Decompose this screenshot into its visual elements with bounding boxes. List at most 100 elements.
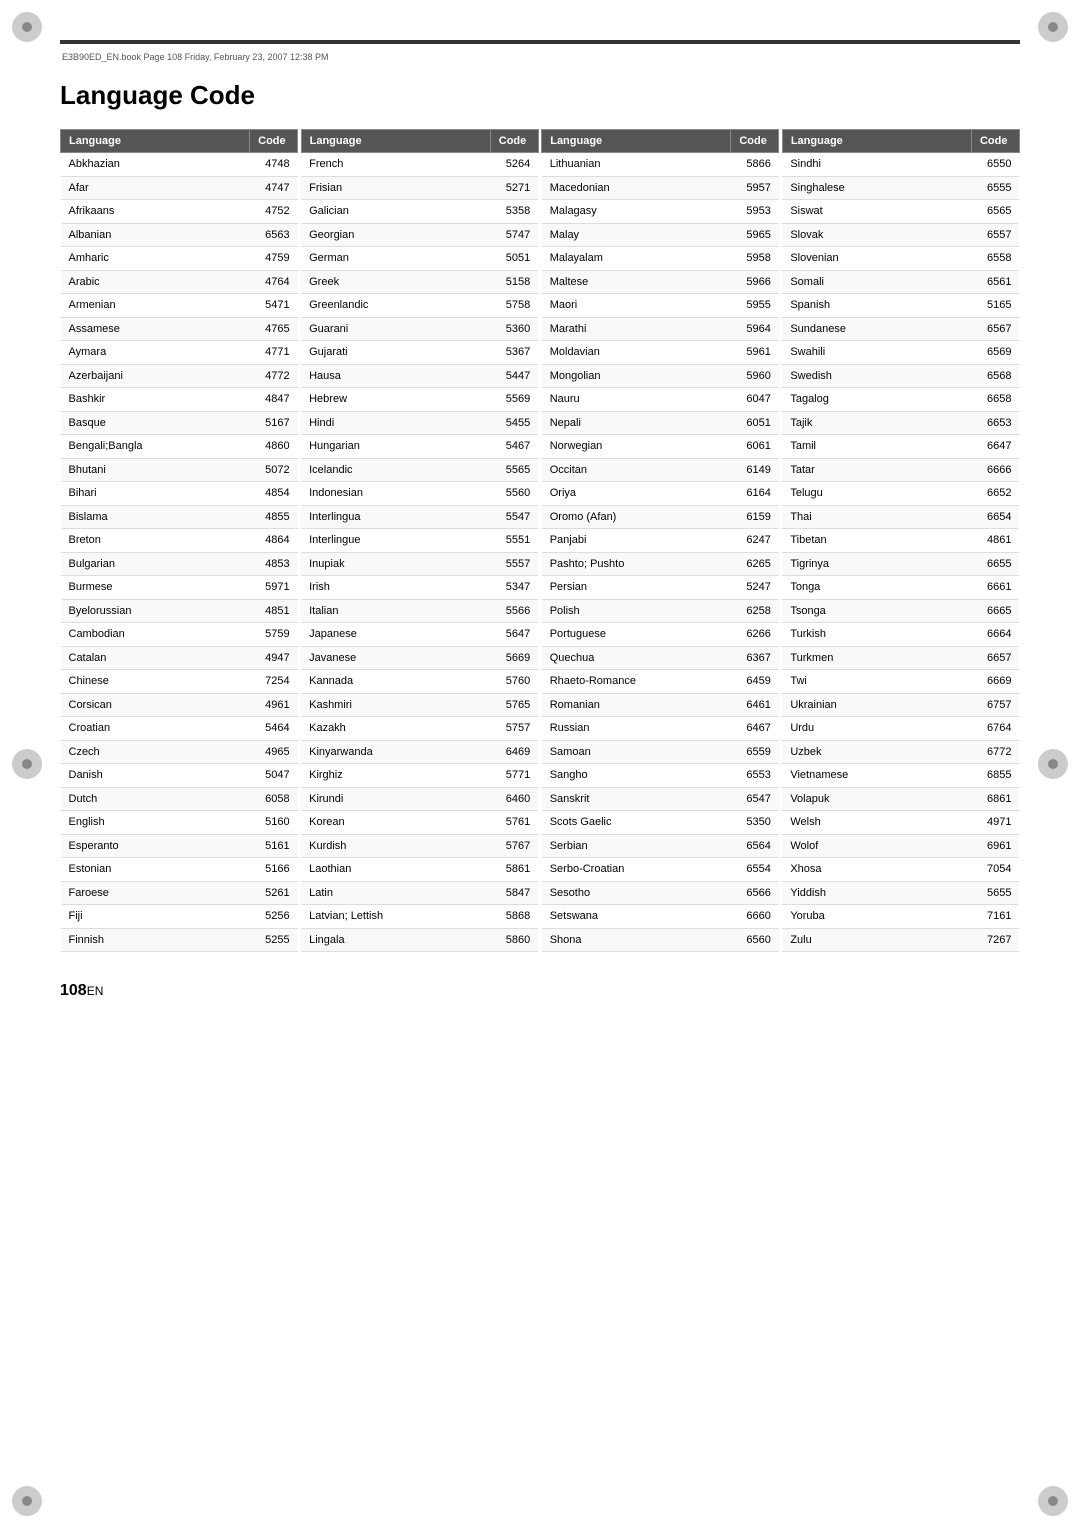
language-name: Kazakh	[301, 717, 490, 741]
language-code: 6661	[971, 576, 1019, 600]
language-name: Quechua	[542, 646, 731, 670]
corner-decoration-tr	[1038, 12, 1068, 42]
language-code: 5347	[490, 576, 538, 600]
language-code: 7054	[971, 858, 1019, 882]
col1-lang-header: Language	[61, 130, 250, 153]
language-code: 5958	[731, 247, 779, 271]
language-name: Singhalese	[782, 176, 971, 200]
language-table-container: Language Code Abkhazian4748Afar4747Afrik…	[60, 129, 1020, 952]
language-name: Xhosa	[782, 858, 971, 882]
table-row: Serbian6564	[542, 834, 779, 858]
table-row: Spanish5165	[782, 294, 1019, 318]
language-name: Sangho	[542, 764, 731, 788]
language-name: Serbian	[542, 834, 731, 858]
language-name: Scots Gaelic	[542, 811, 731, 835]
language-name: Siswat	[782, 200, 971, 224]
table-row: Urdu6764	[782, 717, 1019, 741]
language-name: Occitan	[542, 458, 731, 482]
language-code: 5255	[250, 928, 298, 952]
language-name: Kirghiz	[301, 764, 490, 788]
table-row: Norwegian6061	[542, 435, 779, 459]
language-code: 6772	[971, 740, 1019, 764]
language-name: Turkmen	[782, 646, 971, 670]
language-code: 5758	[490, 294, 538, 318]
language-name: Serbo-Croatian	[542, 858, 731, 882]
language-code: 6559	[731, 740, 779, 764]
table-row: Siswat6565	[782, 200, 1019, 224]
table-row: Amharic4759	[61, 247, 298, 271]
page-footer: 108EN	[60, 982, 1020, 1000]
table-row: Hausa5447	[301, 364, 538, 388]
language-code: 6565	[971, 200, 1019, 224]
table-row: Latvian; Lettish5868	[301, 905, 538, 929]
language-code: 5760	[490, 670, 538, 694]
language-code: 6567	[971, 317, 1019, 341]
language-name: Georgian	[301, 223, 490, 247]
table-row: Assamese4765	[61, 317, 298, 341]
language-code: 6554	[731, 858, 779, 882]
col2-lang-header: Language	[301, 130, 490, 153]
language-name: Nepali	[542, 411, 731, 435]
language-code: 5358	[490, 200, 538, 224]
table-row: Panjabi6247	[542, 529, 779, 553]
language-code: 5757	[490, 717, 538, 741]
table-row: Marathi5964	[542, 317, 779, 341]
language-code: 4854	[250, 482, 298, 506]
language-code: 5271	[490, 176, 538, 200]
language-name: Hebrew	[301, 388, 490, 412]
language-code: 5861	[490, 858, 538, 882]
language-code: 5261	[250, 881, 298, 905]
language-name: German	[301, 247, 490, 271]
language-name: Greenlandic	[301, 294, 490, 318]
language-code: 7267	[971, 928, 1019, 952]
table-row: Maltese5966	[542, 270, 779, 294]
corner-decoration-ml	[12, 749, 42, 779]
language-name: Russian	[542, 717, 731, 741]
language-name: Galician	[301, 200, 490, 224]
language-code: 6247	[731, 529, 779, 553]
language-name: Panjabi	[542, 529, 731, 553]
language-code: 6469	[490, 740, 538, 764]
table-row: Malagasy5953	[542, 200, 779, 224]
table-row: Irish5347	[301, 576, 538, 600]
language-name: Twi	[782, 670, 971, 694]
language-code: 5167	[250, 411, 298, 435]
language-code: 6459	[731, 670, 779, 694]
table-row: Afar4747	[61, 176, 298, 200]
language-name: Bengali;Bangla	[61, 435, 250, 459]
language-code: 5957	[731, 176, 779, 200]
language-name: Bhutani	[61, 458, 250, 482]
language-name: Rhaeto-Romance	[542, 670, 731, 694]
language-code: 6159	[731, 505, 779, 529]
language-code: 6461	[731, 693, 779, 717]
language-code: 5647	[490, 623, 538, 647]
language-name: Lithuanian	[542, 153, 731, 177]
table-row: Croatian5464	[61, 717, 298, 741]
language-code: 6547	[731, 787, 779, 811]
language-code: 6655	[971, 552, 1019, 576]
language-name: Bislama	[61, 505, 250, 529]
language-name: Oriya	[542, 482, 731, 506]
language-name: Sanskrit	[542, 787, 731, 811]
language-name: Swedish	[782, 364, 971, 388]
page-number: 108	[60, 982, 87, 999]
table-row: Italian5566	[301, 599, 538, 623]
language-code: 6555	[971, 176, 1019, 200]
language-name: Hausa	[301, 364, 490, 388]
language-code: 6861	[971, 787, 1019, 811]
language-code: 6258	[731, 599, 779, 623]
language-code: 5560	[490, 482, 538, 506]
language-code: 6564	[731, 834, 779, 858]
table-row: Bislama4855	[61, 505, 298, 529]
language-name: Bihari	[61, 482, 250, 506]
table-row: Greek5158	[301, 270, 538, 294]
language-name: Albanian	[61, 223, 250, 247]
language-code: 5655	[971, 881, 1019, 905]
language-name: Somali	[782, 270, 971, 294]
language-name: English	[61, 811, 250, 835]
language-name: Tagalog	[782, 388, 971, 412]
language-code: 6266	[731, 623, 779, 647]
header-meta: E3B90ED_EN.book Page 108 Friday, Februar…	[60, 52, 1020, 62]
language-name: French	[301, 153, 490, 177]
table-row: Somali6561	[782, 270, 1019, 294]
